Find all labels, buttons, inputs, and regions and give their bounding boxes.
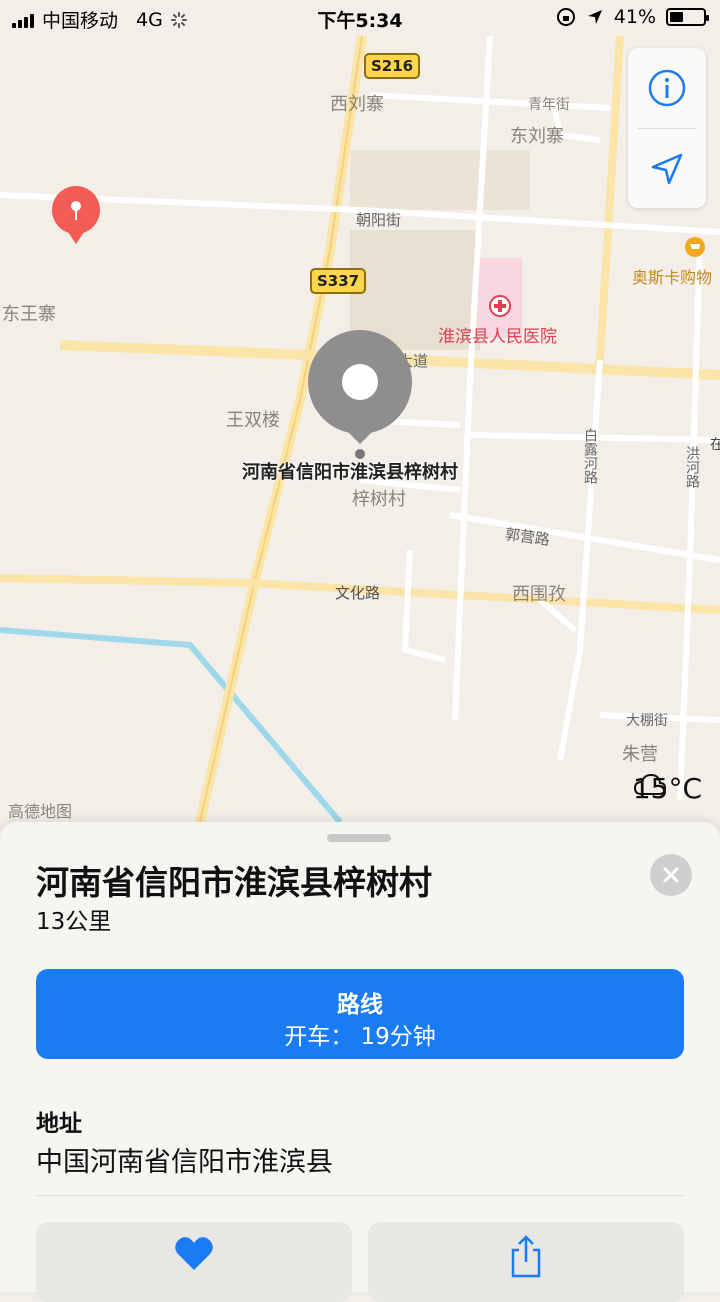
dropped-pin-icon[interactable]: [50, 186, 102, 248]
divider: [36, 1195, 684, 1196]
map-label: 东刘寨: [510, 126, 564, 147]
map-label: 王双楼: [226, 410, 280, 431]
battery-icon: [666, 8, 709, 26]
sheet-grabber[interactable]: [327, 834, 391, 842]
selected-place-pin-icon[interactable]: [306, 330, 414, 462]
favorite-button[interactable]: [36, 1222, 352, 1302]
hospital-icon: [489, 295, 511, 317]
map-label: 奥斯卡购物: [632, 268, 713, 287]
cloud-icon: [633, 773, 666, 795]
place-title: 河南省信阳市淮滨县梓树村: [36, 863, 432, 902]
share-button[interactable]: [368, 1222, 684, 1302]
road-shield-s337: S337: [310, 268, 367, 294]
place-distance: 13公里: [36, 909, 112, 935]
info-icon: [648, 69, 686, 107]
heart-icon: [175, 1237, 213, 1270]
map-label: 白露河路: [582, 428, 598, 484]
place-card: 河南省信阳市淮滨县梓树村 13公里 路线 开车： 19分钟 地址 中国河南省信阳…: [0, 822, 720, 1302]
road-shield-s216: S216: [364, 53, 421, 79]
close-icon: [663, 867, 679, 883]
map-label: 朱营: [622, 744, 658, 765]
map-label: 洪河路: [684, 446, 700, 488]
map-label: 朝阳街: [356, 211, 402, 229]
address-value: 中国河南省信阳市淮滨县: [36, 1147, 333, 1178]
map-label: 东王寨: [2, 304, 56, 325]
map-label: 青年街: [528, 97, 570, 113]
pin-title: 河南省信阳市淮滨县梓树村: [242, 462, 458, 483]
close-button[interactable]: [650, 854, 692, 896]
map-label: 梓树村: [352, 489, 406, 510]
route-label: 路线: [337, 992, 383, 1018]
map-label: 西围孜: [512, 584, 566, 605]
location-arrow-icon: [651, 153, 683, 185]
orientation-lock-icon: [556, 8, 575, 26]
map-label: 文化路: [335, 584, 381, 602]
map-label: 淮滨县人民医院: [438, 327, 557, 347]
locate-me-button[interactable]: [628, 129, 706, 209]
map-attribution: 高德地图: [8, 802, 73, 821]
share-icon: [511, 1235, 541, 1278]
map-label: 西刘寨: [330, 94, 384, 115]
map-label: 在: [710, 437, 720, 453]
shopping-icon: [685, 237, 705, 257]
route-drive-time: 开车： 19分钟: [284, 1024, 436, 1050]
location-services-icon: [587, 10, 602, 24]
map-controls: [628, 48, 706, 208]
battery-percent: 41%: [613, 6, 656, 28]
weather-widget: 15°C: [633, 772, 702, 805]
status-bar: 中国移动 4G 下午5:34 41%: [0, 0, 720, 36]
info-button[interactable]: [628, 48, 706, 128]
route-button[interactable]: 路线 开车： 19分钟: [36, 969, 684, 1059]
address-label: 地址: [36, 1111, 82, 1137]
map-label: 大棚街: [626, 713, 668, 729]
